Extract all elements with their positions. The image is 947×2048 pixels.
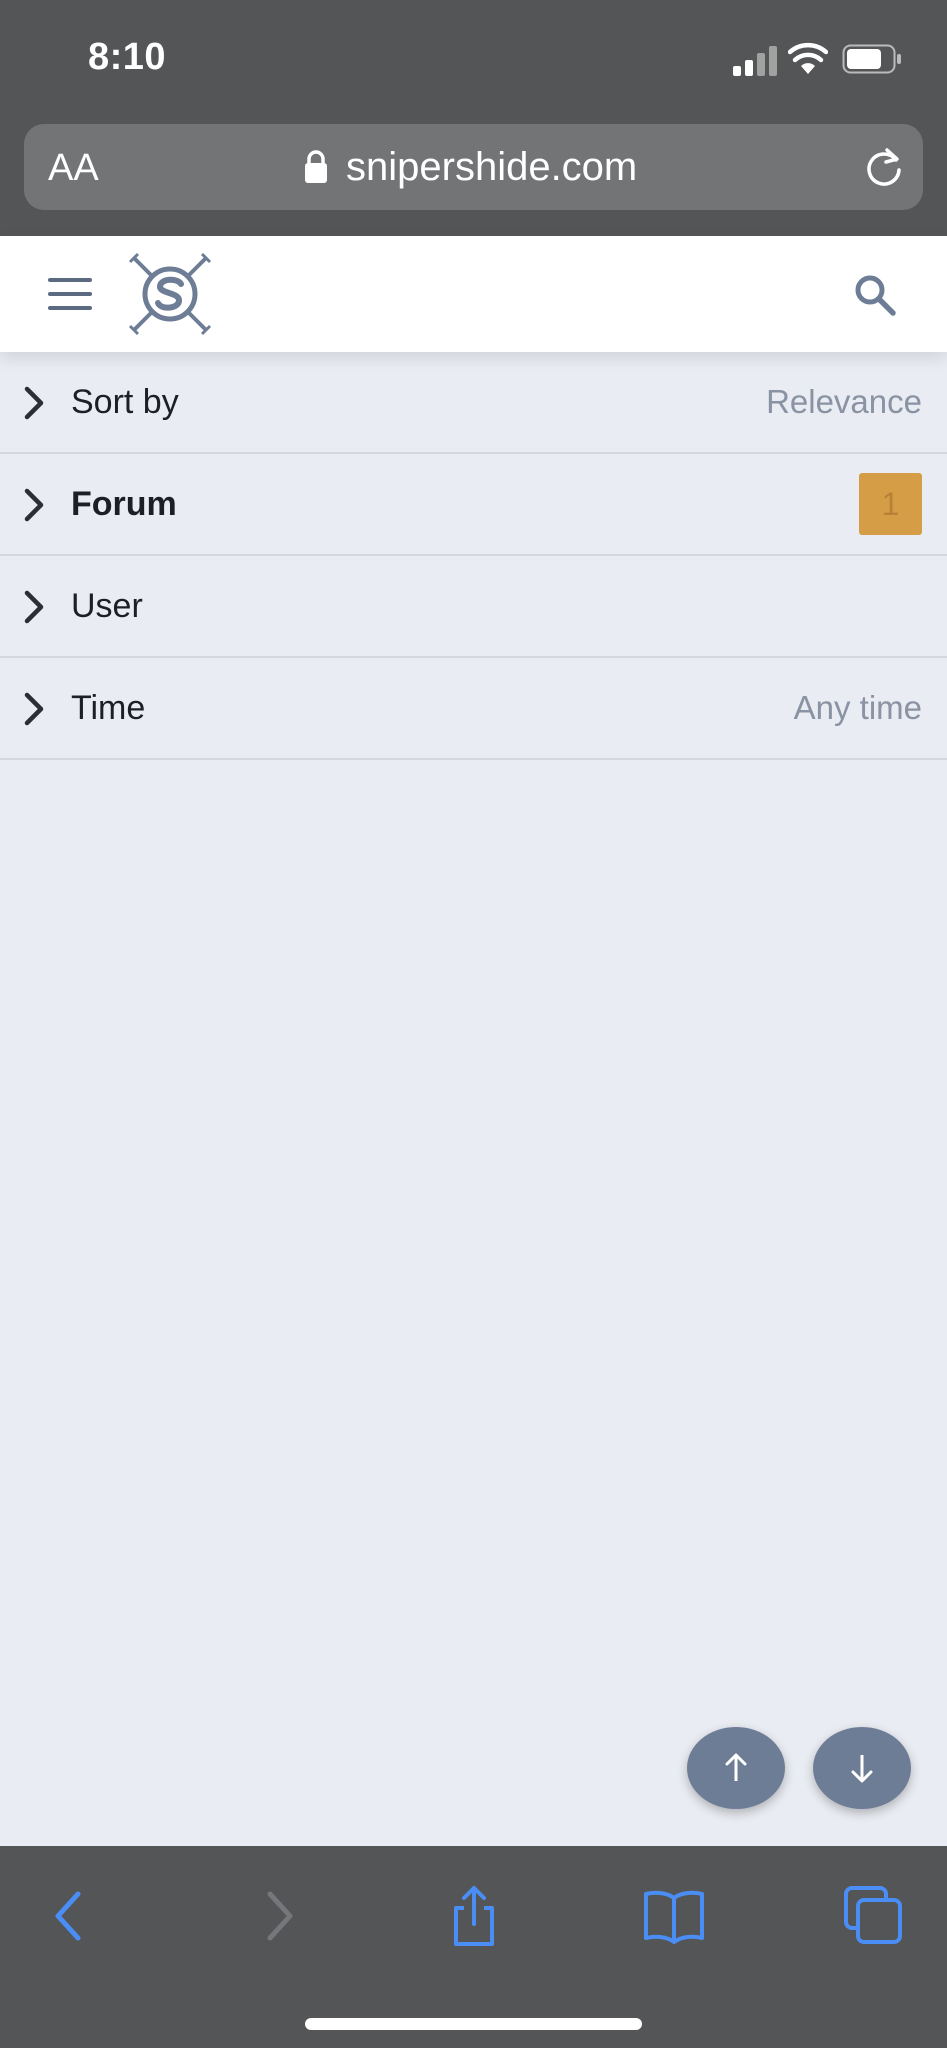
scroll-to-top-button[interactable]	[687, 1727, 785, 1809]
chevron-right-icon	[24, 386, 44, 420]
chevron-right-icon[interactable]	[244, 1884, 308, 1948]
hamburger-menu-icon[interactable]	[48, 276, 92, 312]
filter-row-sort-by[interactable]: Sort by Relevance	[0, 352, 947, 454]
filter-label: Forum	[71, 485, 177, 523]
book-icon[interactable]	[642, 1884, 706, 1948]
chevron-right-icon	[24, 488, 44, 522]
battery-icon	[842, 44, 901, 74]
scroll-to-bottom-button[interactable]	[813, 1727, 911, 1809]
chevron-right-icon	[24, 590, 44, 624]
site-logo[interactable]	[128, 252, 212, 336]
search-filter-list: Sort by Relevance Forum 1 User Time Any …	[0, 352, 947, 760]
filter-label: User	[71, 587, 143, 625]
reload-icon[interactable]	[862, 144, 906, 188]
lock-icon	[305, 150, 327, 183]
search-icon[interactable]	[852, 272, 898, 318]
address-bar[interactable]: AA snipershide.com	[24, 124, 923, 210]
filter-row-time[interactable]: Time Any time	[0, 658, 947, 760]
browser-bottom-toolbar	[0, 1846, 947, 2048]
chevron-right-icon	[24, 692, 44, 726]
filter-row-forum[interactable]: Forum 1	[0, 454, 947, 556]
cellular-signal-icon	[733, 44, 777, 76]
chevron-left-icon[interactable]	[40, 1884, 104, 1948]
status-time: 8:10	[88, 36, 167, 78]
filter-row-user[interactable]: User	[0, 556, 947, 658]
text-size-button[interactable]: AA	[48, 146, 99, 190]
text-size-label: AA	[48, 147, 99, 189]
filter-label: Sort by	[71, 383, 179, 421]
filter-value: Any time	[793, 689, 922, 726]
tabs-icon[interactable]	[842, 1884, 906, 1948]
share-icon[interactable]	[442, 1884, 506, 1948]
filter-count-badge: 1	[859, 473, 922, 535]
wifi-icon	[788, 42, 828, 74]
home-indicator	[305, 2018, 642, 2030]
arrow-down-icon	[851, 1755, 873, 1783]
arrow-up-icon	[725, 1753, 747, 1781]
filter-value: Relevance	[766, 383, 922, 420]
site-header	[0, 236, 947, 352]
filter-label: Time	[71, 689, 146, 727]
browser-top-chrome: 8:10 AA snipershide.com	[0, 0, 947, 236]
url-text[interactable]: snipershide.com	[346, 142, 637, 192]
